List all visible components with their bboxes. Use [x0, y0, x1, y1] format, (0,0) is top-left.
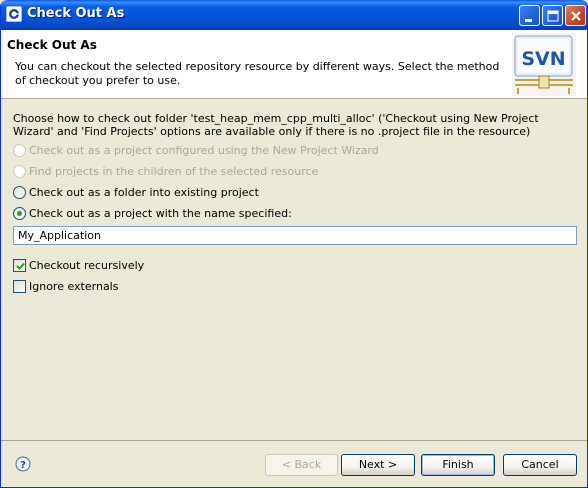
- close-icon: [571, 11, 581, 21]
- option-new-project-wizard: Check out as a project configured using …: [13, 143, 379, 157]
- finish-button[interactable]: Finish: [421, 454, 495, 476]
- maximize-button[interactable]: [542, 5, 563, 26]
- checkout-recursively-checkbox[interactable]: Checkout recursively: [13, 258, 144, 272]
- checkbox-label[interactable]: Ignore externals: [29, 280, 118, 293]
- radio-button: [13, 143, 26, 157]
- wizard-footer: ? < Back Next > Finish Cancel: [1, 440, 587, 487]
- svn-logo-text: SVN: [521, 48, 565, 70]
- checkmark-icon: [16, 262, 25, 270]
- project-name-input[interactable]: [13, 226, 577, 245]
- checkbox-label[interactable]: Checkout recursively: [29, 259, 144, 272]
- svg-text:?: ?: [20, 460, 26, 471]
- option-folder-into-project[interactable]: Check out as a folder into existing proj…: [13, 185, 259, 199]
- wizard-header: Check Out As You can checkout the select…: [1, 30, 587, 99]
- cancel-button[interactable]: Cancel: [503, 454, 577, 476]
- page-description: You can checkout the selected repository…: [15, 60, 500, 87]
- eclipse-app-icon: [6, 6, 22, 22]
- option-label: Find projects in the children of the sel…: [29, 164, 319, 178]
- next-button[interactable]: Next >: [341, 454, 415, 476]
- minimize-icon: [525, 19, 532, 22]
- help-icon[interactable]: ?: [15, 456, 31, 472]
- radio-button: [13, 164, 26, 178]
- option-label[interactable]: Check out as a project with the name spe…: [29, 207, 292, 220]
- ignore-externals-checkbox[interactable]: Ignore externals: [13, 279, 118, 293]
- option-label[interactable]: Check out as a folder into existing proj…: [29, 186, 259, 199]
- back-button[interactable]: < Back: [265, 454, 338, 476]
- svn-logo-icon: SVN: [512, 33, 576, 96]
- window-title: Check Out As: [27, 6, 125, 21]
- option-find-projects: Find projects in the children of the sel…: [13, 164, 318, 178]
- radio-button-selected[interactable]: [13, 206, 26, 220]
- intro-text: Choose how to check out folder 'test_hea…: [13, 112, 539, 138]
- option-label: Check out as a project configured using …: [29, 143, 379, 157]
- page-title: Check Out As: [7, 38, 97, 52]
- radio-button[interactable]: [13, 185, 26, 199]
- close-button[interactable]: [565, 5, 586, 26]
- option-project-with-name[interactable]: Check out as a project with the name spe…: [13, 206, 292, 220]
- checkbox-checked[interactable]: [13, 258, 26, 272]
- minimize-button[interactable]: [519, 5, 540, 26]
- title-bar[interactable]: Check Out As: [1, 0, 587, 30]
- checkbox-unchecked[interactable]: [13, 279, 26, 293]
- wizard-body: Choose how to check out folder 'test_hea…: [1, 100, 587, 440]
- maximize-icon: [547, 10, 559, 22]
- check-out-as-dialog: Check Out As Check Out As You can checko…: [0, 0, 588, 488]
